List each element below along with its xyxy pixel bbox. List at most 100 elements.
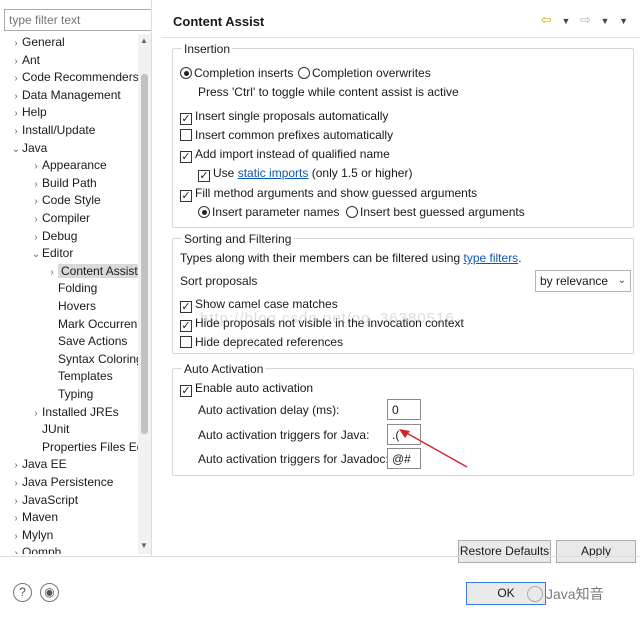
javadoc-triggers-label: Auto activation triggers for Javadoc: [198,452,389,466]
collapsed-arrow-icon[interactable]: › [30,211,42,228]
completion-overwrites-radio[interactable]: Completion overwrites [298,66,431,81]
tree-item[interactable]: Typing [46,386,93,403]
collapsed-arrow-icon[interactable]: › [30,193,42,210]
watermark: Java知音 [527,584,604,604]
tree-item[interactable]: › Java Persistence [10,474,113,491]
tree-item[interactable]: Syntax Coloring [46,351,138,368]
checkbox-empty-icon [180,129,192,141]
collapsed-arrow-icon[interactable]: › [10,545,22,554]
hide-deprecated-checkbox[interactable]: Hide deprecated references [180,335,343,350]
record-icon[interactable]: ◉ [40,583,59,602]
tree-item[interactable]: JUnit [30,421,69,438]
tree-item-label: Appearance [42,158,107,173]
tree-item[interactable]: Mark Occurren [46,316,137,333]
add-import-checkbox[interactable]: ✓ Add import instead of qualified name [180,147,390,163]
tree-item[interactable]: › JavaScript [10,492,78,509]
tree-item-label: JavaScript [22,492,79,507]
back-dropdown-icon[interactable]: ▼ [561,16,570,26]
tree-item-label: Installed JREs [42,404,119,419]
delay-input[interactable]: 0 [387,399,421,420]
tree-item-label: Hovers [58,299,97,313]
collapsed-arrow-icon[interactable]: › [10,35,22,52]
checkmark-icon: ✓ [180,190,192,202]
expanded-arrow-icon[interactable]: ⌄ [10,141,22,158]
insert-common-checkbox[interactable]: Insert common prefixes automatically [180,128,393,143]
tree-item[interactable]: › Content Assist [46,263,138,280]
scroll-down-icon[interactable]: ▼ [140,541,148,550]
history-nav: ⇦ ▼ ⇨ ▼ ▼ [535,12,628,28]
tree-item[interactable]: › Help [10,104,46,122]
sort-proposals-select[interactable]: by relevance ⌄ [535,270,631,292]
collapsed-arrow-icon[interactable]: › [30,229,42,246]
collapsed-arrow-icon[interactable]: › [10,475,22,492]
tree-item[interactable]: ⌄ Editor [30,245,74,263]
collapsed-arrow-icon[interactable]: › [10,105,22,122]
tree-item-label: Code Recommenders [22,70,138,85]
collapsed-arrow-icon[interactable]: › [10,70,22,87]
scrollbar-thumb[interactable] [141,74,148,434]
tree-item[interactable]: › Code Recommenders [10,69,138,86]
forward-dropdown-icon[interactable]: ▼ [601,16,610,26]
tree-item-label: Syntax Coloring [58,351,138,366]
static-imports-link[interactable]: static imports [238,166,309,180]
tree-item[interactable]: › Build Path [30,175,96,193]
tree-item-label: Templates [58,369,113,384]
insert-single-checkbox[interactable]: ✓ Insert single proposals automatically [180,109,388,125]
tree-item[interactable]: › Mylyn [10,527,53,544]
scroll-up-icon[interactable]: ▲ [140,36,148,45]
tree-item[interactable]: › Installed JREs [30,404,119,422]
tree-item[interactable]: › Oomph [10,544,61,554]
collapsed-arrow-icon[interactable]: › [10,53,22,70]
tree-item[interactable]: › Maven [10,509,58,526]
tree-item-label: Mylyn [22,527,54,542]
forward-arrow-icon[interactable]: ⇨ [580,12,591,28]
view-menu-icon[interactable]: ▼ [619,16,628,26]
tree-item[interactable]: › Debug [30,228,77,245]
tree-item[interactable]: Properties Files Ed [30,439,138,456]
collapsed-arrow-icon[interactable]: › [10,528,22,545]
fill-method-checkbox[interactable]: ✓ Fill method arguments and show guessed … [180,186,477,202]
apply-button[interactable]: Apply [556,540,636,563]
restore-defaults-button[interactable]: Restore Defaults [458,540,551,563]
collapsed-arrow-icon[interactable]: › [10,510,22,527]
tree-item[interactable]: › Appearance [30,157,107,175]
sort-proposals-label: Sort proposals [180,274,258,288]
tree-item[interactable]: Save Actions [46,333,127,350]
tree-item[interactable]: › Code Style [30,192,100,210]
collapsed-arrow-icon[interactable]: › [30,405,42,422]
tree-item[interactable]: › Java EE [10,456,66,474]
tree-item[interactable]: › Ant [10,52,40,69]
filter-input[interactable] [4,9,151,31]
footer-divider [0,556,640,557]
back-arrow-icon[interactable]: ⇦ [541,12,552,28]
collapsed-arrow-icon[interactable]: › [46,264,58,281]
collapsed-arrow-icon[interactable]: › [10,493,22,510]
tree-item[interactable]: › Install/Update [10,122,95,139]
tree-item[interactable]: › General [10,34,64,52]
enable-auto-activation-checkbox[interactable]: ✓ Enable auto activation [180,381,313,397]
collapsed-arrow-icon[interactable]: › [10,123,22,140]
collapsed-arrow-icon[interactable]: › [30,176,42,193]
expanded-arrow-icon[interactable]: ⌄ [30,246,42,263]
tree-item[interactable]: › Compiler [30,210,90,227]
completion-inserts-radio[interactable]: Completion inserts [180,66,293,81]
tree-item[interactable]: Folding [46,280,97,297]
tree-item[interactable]: Hovers [46,298,96,315]
type-filters-link[interactable]: type filters [464,251,519,265]
use-static-imports-checkbox[interactable]: ✓ Use static imports (only 1.5 or higher) [198,166,412,182]
tree-scrollbar[interactable]: ▲ ▼ [138,34,151,554]
tree-item[interactable]: Templates [46,368,113,385]
help-icon[interactable]: ? [13,583,32,602]
collapsed-arrow-icon[interactable]: › [10,88,22,105]
preferences-tree: › General › Ant › Code Recommenders › Data Mana… [0,34,138,554]
insert-best-guessed-radio[interactable]: Insert best guessed arguments [346,205,525,220]
tree-item[interactable]: ⌄ Java [10,140,48,158]
tree-item-label: Properties Files Ed [42,439,138,454]
wechat-logo-icon [527,586,543,602]
insert-param-names-radio[interactable]: Insert parameter names [198,205,339,220]
radio-selected-icon [180,67,192,79]
preferences-tree-pane: ›General›Ant›Code Recommenders›Data Mana… [0,0,152,556]
collapsed-arrow-icon[interactable]: › [10,457,22,474]
tree-item[interactable]: › Data Management [10,87,120,105]
collapsed-arrow-icon[interactable]: › [30,158,42,175]
